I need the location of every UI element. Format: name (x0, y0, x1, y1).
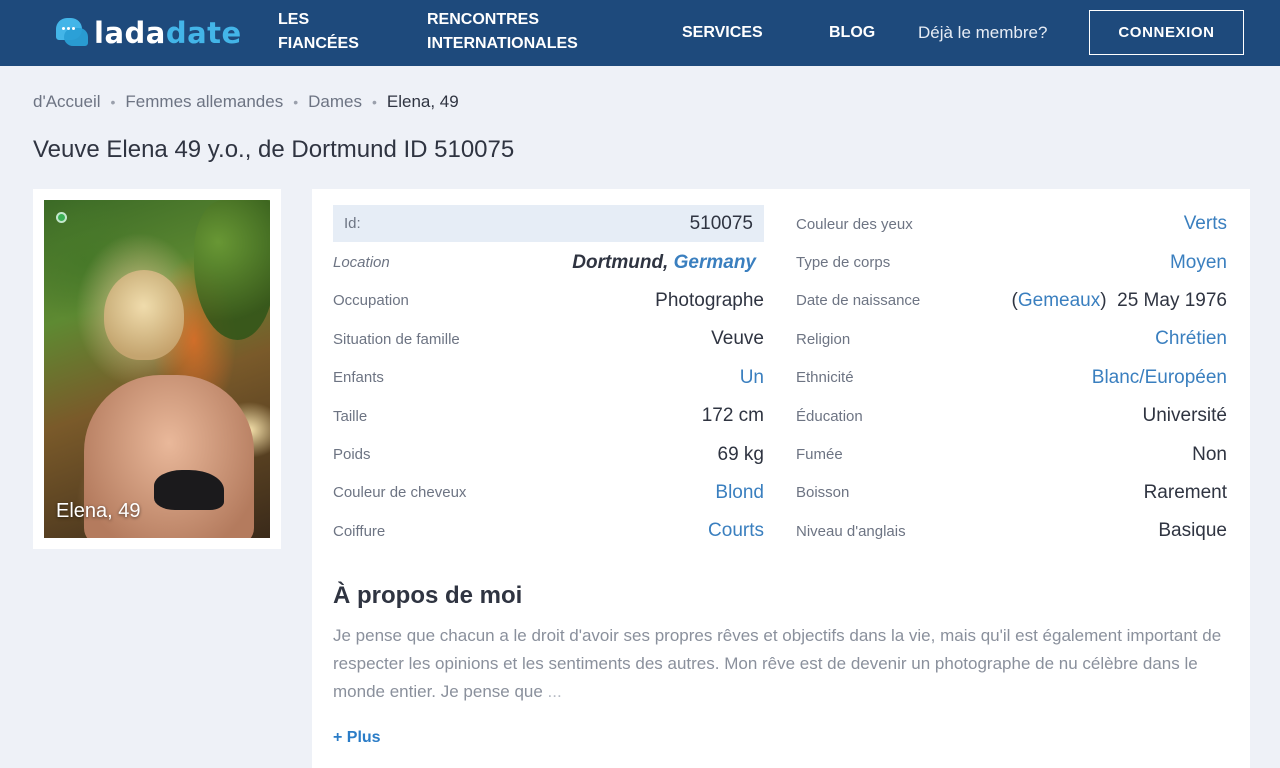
detail-value: Dortmund, Germany (572, 251, 756, 273)
detail-value: Basique (1158, 520, 1227, 542)
detail-row-religion: Religion Chrétien (796, 320, 1227, 358)
zodiac-link[interactable]: Gemeaux (1018, 290, 1100, 311)
login-button[interactable]: CONNEXION (1089, 10, 1244, 55)
detail-row-id: Id: 510075 (333, 205, 764, 242)
detail-value-link[interactable]: Courts (708, 520, 764, 542)
detail-label: Niveau d'anglais (796, 522, 906, 540)
detail-label: Couleur des yeux (796, 215, 913, 233)
detail-label: Religion (796, 330, 851, 348)
site-header: ladadate LES FIANCÉES RENCONTRES INTERNATI… (0, 0, 1280, 66)
nav-blog[interactable]: BLOG (829, 21, 875, 45)
page-title: Veuve Elena 49 y.o., de Dortmund ID 5100… (33, 136, 515, 163)
detail-label: Situation de famille (333, 330, 460, 348)
details-right-column: Couleur des yeux Verts Type de corps Moy… (796, 205, 1227, 551)
detail-row-occupation: Occupation Photographe (333, 282, 764, 320)
detail-value: Rarement (1143, 481, 1227, 503)
more-button[interactable]: + Plus (333, 729, 381, 747)
detail-row-children: Enfants Un (333, 359, 764, 397)
breadcrumb-current: Elena, 49 (386, 92, 459, 111)
breadcrumb-category[interactable]: Femmes allemandes (125, 90, 283, 114)
breadcrumb-subcategory[interactable]: Dames (308, 90, 362, 114)
detail-label: Couleur de cheveux (333, 484, 467, 502)
profile-photo-card: Elena, 49 (33, 189, 281, 549)
breadcrumb-home[interactable]: d'Accueil (33, 90, 101, 114)
detail-value: 69 kg (717, 443, 764, 465)
detail-label: Poids (333, 446, 371, 464)
detail-row-marital: Situation de famille Veuve (333, 320, 764, 358)
detail-label: Enfants (333, 369, 384, 387)
detail-row-drinking: Boisson Rarement (796, 474, 1227, 512)
detail-label: Boisson (796, 484, 850, 502)
detail-value-link[interactable]: Un (740, 367, 764, 389)
detail-row-eyes: Couleur des yeux Verts (796, 205, 1227, 243)
detail-value-link[interactable]: Verts (1184, 213, 1227, 235)
detail-value: 172 cm (701, 405, 764, 427)
logo[interactable]: ladadate (56, 14, 242, 52)
profile-details: Id: 510075 Location Dortmund, Germany Oc… (312, 189, 1250, 768)
breadcrumb-separator: • (110, 94, 116, 110)
detail-label: Type de corps (796, 254, 891, 272)
chat-bubble-icon (56, 18, 88, 48)
detail-label: Date de naissance (796, 292, 921, 310)
member-link[interactable]: Déjà le membre? (918, 21, 1047, 45)
detail-label: Location (333, 254, 390, 272)
nav-international[interactable]: RENCONTRES INTERNATIONALES (427, 8, 578, 56)
detail-label: Occupation (333, 292, 409, 310)
detail-row-location: Location Dortmund, Germany (333, 243, 764, 281)
about-text: Je pense que chacun a le droit d'avoir s… (333, 626, 1222, 701)
detail-label: Coiffure (333, 522, 386, 540)
profile-photo[interactable]: Elena, 49 (44, 200, 270, 538)
detail-value: 510075 (689, 212, 753, 234)
detail-row-education: Éducation Université (796, 397, 1227, 435)
breadcrumb-separator: • (293, 94, 299, 110)
breadcrumb-separator: • (371, 94, 377, 110)
detail-value-link[interactable]: Chrétien (1155, 328, 1227, 350)
detail-value-link[interactable]: Moyen (1170, 252, 1227, 274)
detail-row-weight: Poids 69 kg (333, 435, 764, 473)
nav-services[interactable]: SERVICES (682, 21, 763, 45)
detail-row-hair-color: Couleur de cheveux Blond (333, 474, 764, 512)
detail-value: Veuve (711, 328, 764, 350)
about-heading: À propos de moi (333, 582, 523, 609)
ellipsis: ... (547, 682, 562, 701)
detail-value-link[interactable]: Blond (715, 482, 764, 504)
logo-text: ladadate (94, 16, 242, 50)
detail-value: Non (1192, 443, 1227, 465)
details-left-column: Id: 510075 Location Dortmund, Germany Oc… (333, 205, 764, 551)
detail-row-ethnicity: Ethnicité Blanc/Européen (796, 359, 1227, 397)
detail-value-link[interactable]: Blanc/Européen (1092, 367, 1227, 389)
detail-value: Université (1142, 405, 1227, 427)
detail-value: Photographe (655, 289, 764, 311)
detail-label: Taille (333, 407, 368, 425)
photo-caption: Elena, 49 (56, 500, 141, 522)
detail-row-height: Taille 172 cm (333, 397, 764, 435)
detail-row-hairstyle: Coiffure Courts (333, 512, 764, 550)
detail-label: Éducation (796, 407, 863, 425)
detail-row-birthdate: Date de naissance (Gemeaux) 25 May 1976 (796, 282, 1227, 320)
detail-row-smoking: Fumée Non (796, 435, 1227, 473)
detail-row-body-type: Type de corps Moyen (796, 243, 1227, 281)
nav-fiancees[interactable]: LES FIANCÉES (278, 8, 359, 56)
detail-row-english: Niveau d'anglais Basique (796, 512, 1227, 550)
online-status-icon (56, 212, 67, 223)
detail-label: Id: (344, 215, 361, 232)
breadcrumb: d'Accueil • Femmes allemandes • Dames • … (33, 90, 459, 114)
country-link[interactable]: Germany (674, 252, 756, 273)
detail-label: Fumée (796, 446, 843, 464)
detail-value: (Gemeaux) 25 May 1976 (1011, 289, 1227, 311)
detail-label: Ethnicité (796, 369, 854, 387)
